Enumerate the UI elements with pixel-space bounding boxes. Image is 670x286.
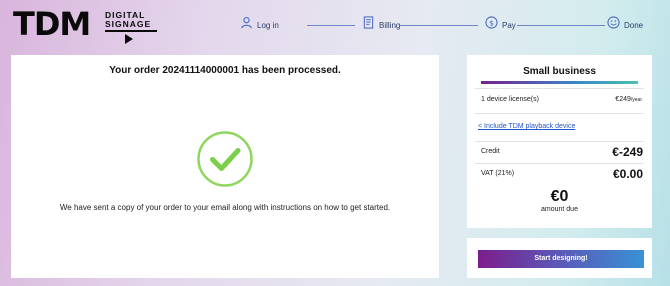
step-label: Done [624,20,644,30]
user-icon [240,16,253,34]
svg-text:$: $ [489,18,494,27]
vat-value: €0.00 [612,167,643,181]
play-icon [125,34,133,44]
divider [475,88,644,89]
plan-name: Small business [523,66,596,77]
divider [475,141,644,142]
divider [475,113,644,114]
step-billing: Billing [362,15,400,35]
include-playback-device-link[interactable]: < Include TDM playback device [478,123,575,130]
start-designing-button[interactable]: Start designing! [478,250,644,268]
action-panel: Start designing! [467,238,652,278]
step-label: Log in [257,20,279,30]
step-pay: $ Pay [485,15,516,35]
vat-label: VAT (21%) [481,170,515,177]
divider [475,163,644,164]
step-done: Done [607,15,643,35]
header: TDM DIGITAL SIGNAGE Log in Billing $ Pay… [0,0,670,50]
order-confirmation-panel: Your order 20241114000001 has been proce… [11,55,439,278]
credit-label: Credit [481,148,500,155]
confirmation-message: We have sent a copy of your order to you… [59,203,391,212]
logo-underline [105,30,157,32]
step-login: Log in [240,15,279,35]
document-icon [362,16,375,34]
logo-wordmark: TDM [13,5,91,43]
logo-tagline-signage: SIGNAGE [105,19,152,29]
license-label: 1 device license(s) [481,96,539,103]
progress-connector [517,25,605,26]
license-price-amount: €249 [615,96,631,103]
plan-accent-bar [481,81,638,84]
progress-connector [400,25,478,26]
license-price-period: /year [630,97,642,103]
order-summary-panel: Small business 1 device license(s) €249/… [467,55,652,228]
total-amount: €0 [550,188,569,205]
tdm-logo[interactable]: TDM DIGITAL SIGNAGE [13,5,157,44]
license-price: €249/year [615,96,642,103]
credit-value: €-249 [612,145,643,159]
smile-icon [607,16,620,34]
step-label: Pay [502,20,516,30]
total-label: amount due [541,206,578,213]
order-title: Your order 20241114000001 has been proce… [109,65,341,76]
step-label: Billing [379,20,401,30]
progress-connector [307,25,355,26]
dollar-icon: $ [485,16,498,34]
checkmark-circle-icon [196,130,254,188]
